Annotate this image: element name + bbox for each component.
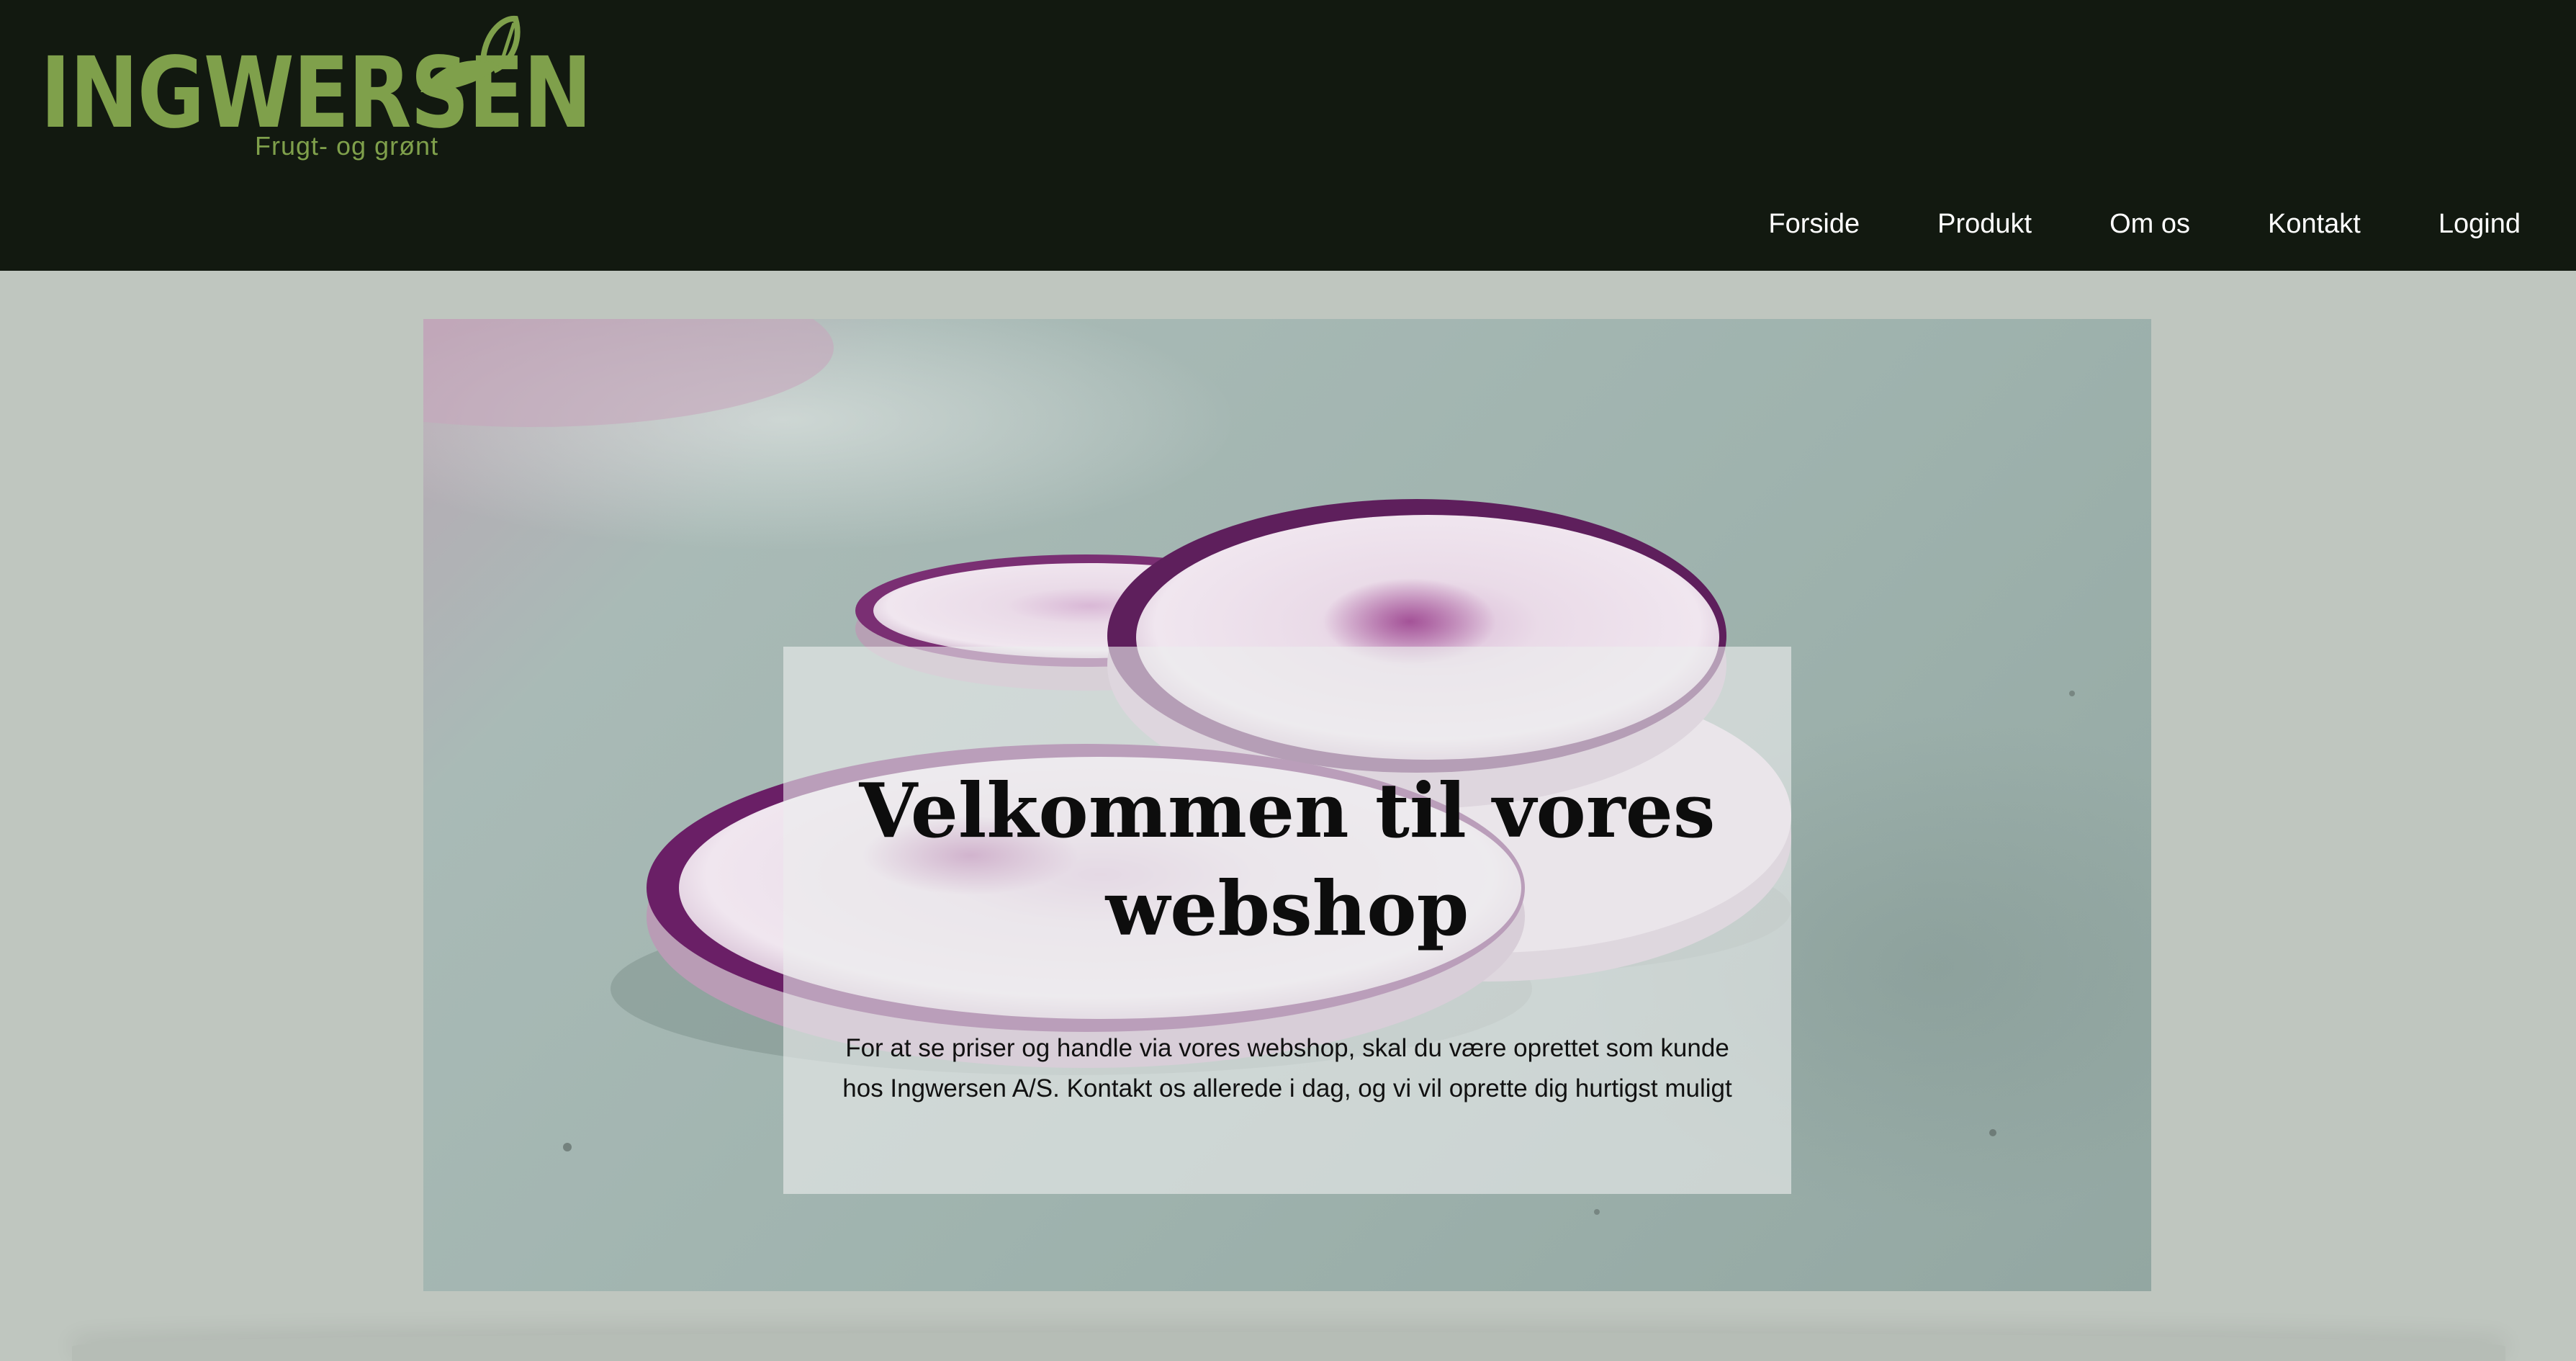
- brand-tagline: Frugt- og grønt: [255, 131, 439, 161]
- brand-logo[interactable]: INGWERSEN Frugt- og grønt: [40, 14, 592, 166]
- main-nav: Forside Produkt Om os Kontakt Logind: [1768, 205, 2521, 243]
- nav-item-om-os[interactable]: Om os: [2109, 205, 2190, 243]
- content-panel-edge: [72, 1332, 2505, 1361]
- nav-item-forside[interactable]: Forside: [1768, 205, 1860, 243]
- nav-item-kontakt[interactable]: Kontakt: [2268, 205, 2361, 243]
- nav-item-logind[interactable]: Logind: [2438, 205, 2521, 243]
- site-header: INGWERSEN Frugt- og grønt Forside Produk…: [0, 0, 2576, 271]
- hero-banner: Velkommen til vores webshop For at se pr…: [423, 319, 2151, 1291]
- welcome-card: Velkommen til vores webshop For at se pr…: [783, 647, 1791, 1194]
- leaf-icon: [420, 15, 521, 92]
- nav-item-produkt[interactable]: Produkt: [1937, 205, 2032, 243]
- welcome-text: For at se priser og handle via vores web…: [842, 1034, 1732, 1102]
- welcome-title: Velkommen til vores webshop: [859, 766, 1716, 953]
